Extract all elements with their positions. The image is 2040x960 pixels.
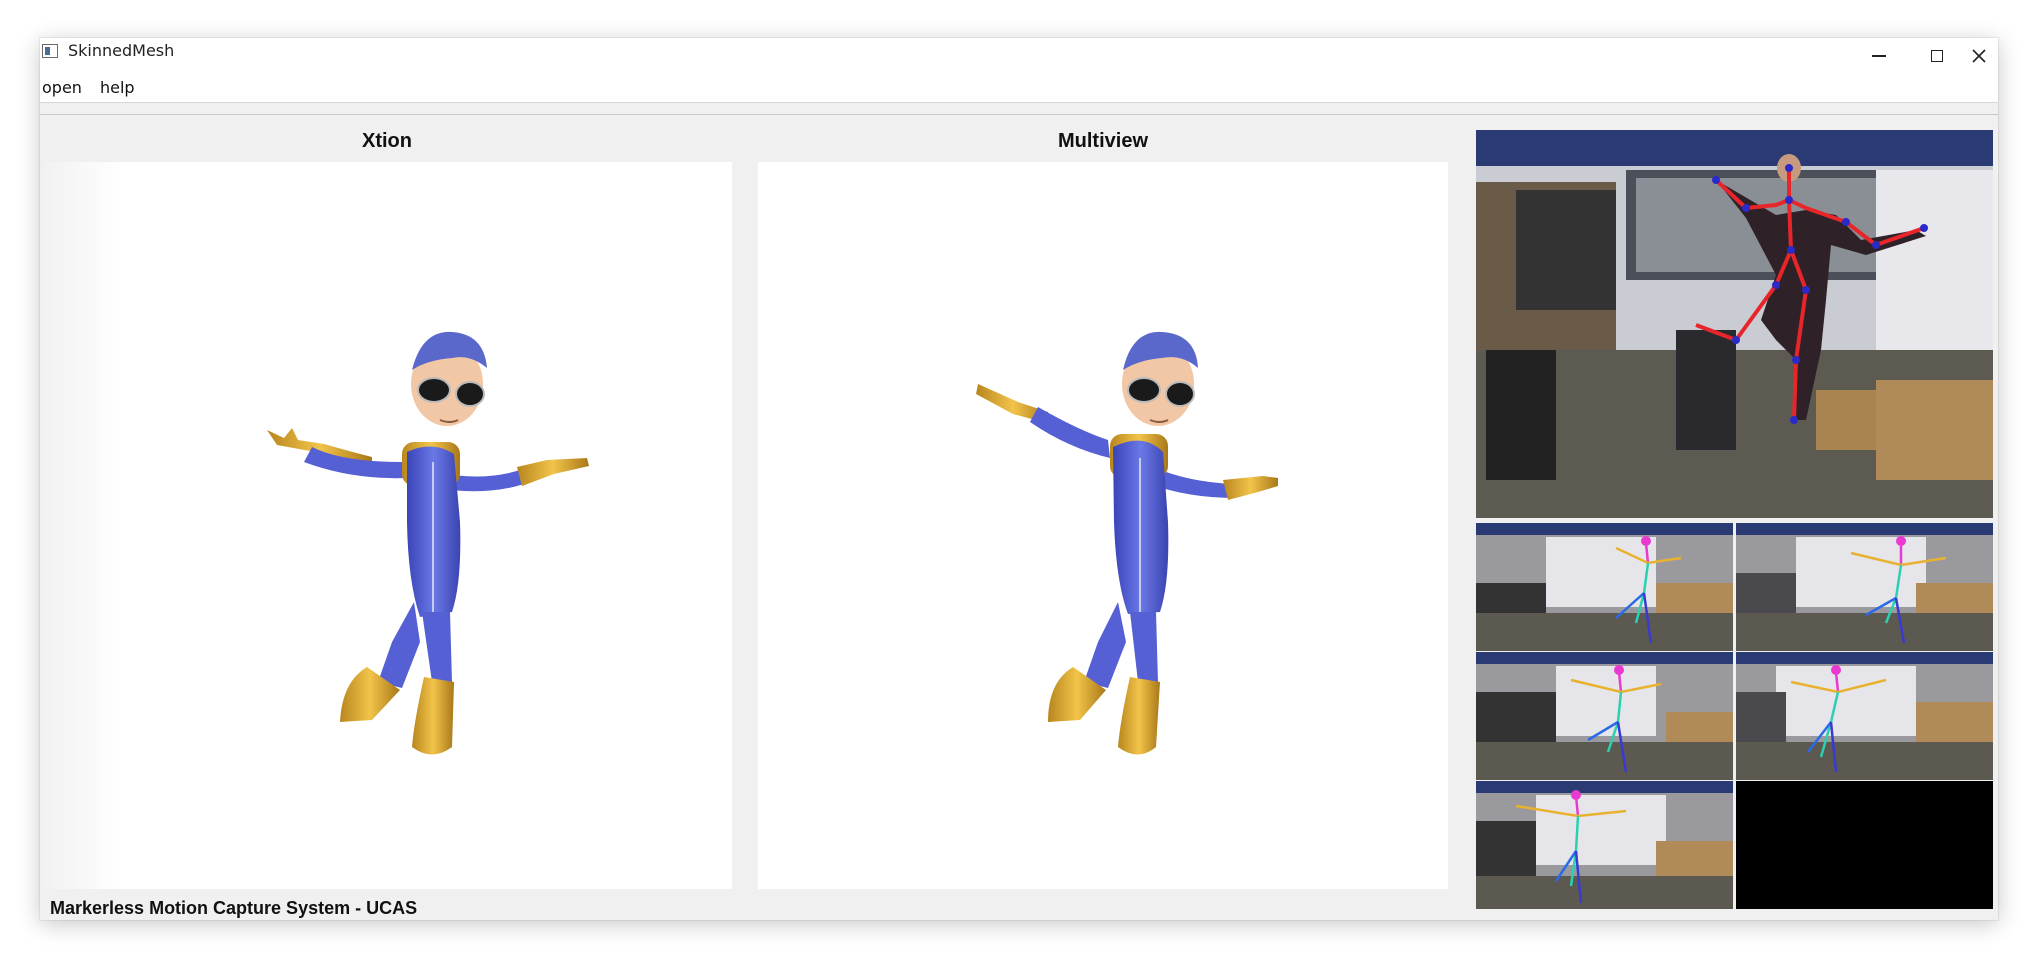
multiview-render-canvas[interactable] <box>758 162 1448 889</box>
maximize-button[interactable] <box>1914 38 1960 74</box>
menu-open[interactable]: open <box>40 78 84 97</box>
multiview-panel-title: Multiview <box>1057 130 1148 152</box>
camera-view-5 <box>1476 781 1733 909</box>
character-model-multiview <box>976 331 1278 755</box>
app-window: SkinnedMesh open help Xtion Multiview Ma… <box>40 38 1998 920</box>
xtion-render-canvas[interactable] <box>42 162 732 889</box>
camera-view-3 <box>1476 652 1733 780</box>
maximize-icon <box>1931 50 1943 62</box>
character-model-xtion <box>267 331 589 755</box>
close-button[interactable] <box>1956 38 2002 74</box>
minimize-button[interactable] <box>1856 38 1902 74</box>
camera-view-1 <box>1476 523 1733 651</box>
menu-bar: open help <box>40 74 1998 103</box>
app-window-icon <box>42 44 58 58</box>
menu-help[interactable]: help <box>98 78 137 97</box>
window-title: SkinnedMesh <box>68 41 175 60</box>
toolbar-separator <box>40 114 1998 115</box>
status-text: Markerless Motion Capture System - UCAS <box>50 898 418 918</box>
empty-view <box>1736 781 1993 909</box>
camera-view-4 <box>1736 652 1993 780</box>
minimize-icon <box>1872 55 1886 57</box>
title-bar[interactable]: SkinnedMesh <box>40 38 1998 74</box>
xtion-panel-title: Xtion <box>362 130 412 152</box>
close-icon <box>1972 49 1986 63</box>
xtion-camera-feed <box>1476 130 1993 518</box>
camera-view-2 <box>1736 523 1993 651</box>
